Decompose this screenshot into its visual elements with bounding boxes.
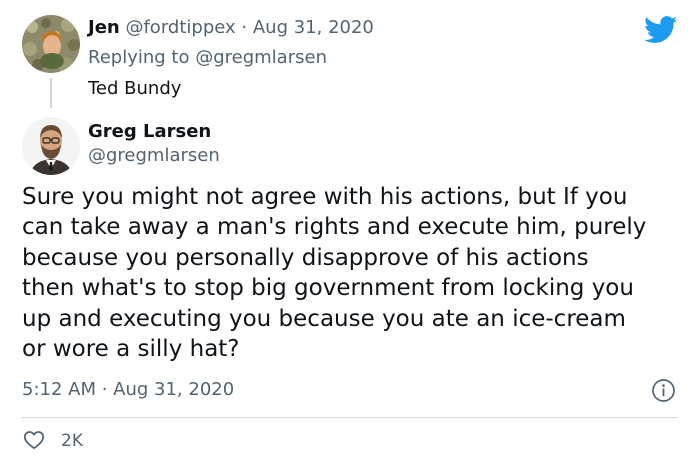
reply-author-name[interactable]: Jen <box>88 17 120 38</box>
tweet-text-line: can take away a man's rights and execute… <box>22 214 647 241</box>
twitter-bird-icon[interactable] <box>644 16 678 44</box>
tweet-text: Sure you might not agree with his action… <box>22 182 687 364</box>
reply-header: Jen @fordtippex · Aug 31, 2020 <box>88 16 374 40</box>
tweet-text-line: or wore a silly hat? <box>22 336 240 363</box>
tweet-author-handle[interactable]: @gregmlarsen <box>88 144 220 168</box>
replying-to-line: Replying to @gregmlarsen <box>88 46 327 70</box>
tweet-text-line: then what's to stop big government from … <box>22 275 634 302</box>
heart-icon[interactable] <box>22 428 46 452</box>
tweet-text-line: Sure you might not agree with his action… <box>22 184 628 210</box>
replying-to-prefix: Replying to <box>88 47 190 68</box>
tweet-timestamp[interactable]: 5:12 AM · Aug 31, 2020 <box>22 378 234 402</box>
reply-date[interactable]: Aug 31, 2020 <box>253 17 374 38</box>
tweet-text-line: up and executing you because you ate an … <box>22 305 626 332</box>
reply-text: Ted Bundy <box>88 78 182 99</box>
like-count[interactable]: 2K <box>61 429 83 453</box>
thread-connector-line <box>50 78 52 108</box>
tweet-text-line: because you personally disapprove of his… <box>22 244 589 271</box>
reply-author-handle[interactable]: @fordtippex <box>125 17 235 38</box>
info-icon[interactable] <box>651 378 676 403</box>
replying-to-mention[interactable]: @gregmlarsen <box>195 47 327 68</box>
avatar-jen[interactable] <box>22 15 80 73</box>
reply-separator: · <box>241 17 248 38</box>
divider <box>22 417 678 418</box>
avatar-greg[interactable] <box>22 117 80 175</box>
tweet-author-name[interactable]: Greg Larsen <box>88 120 211 144</box>
